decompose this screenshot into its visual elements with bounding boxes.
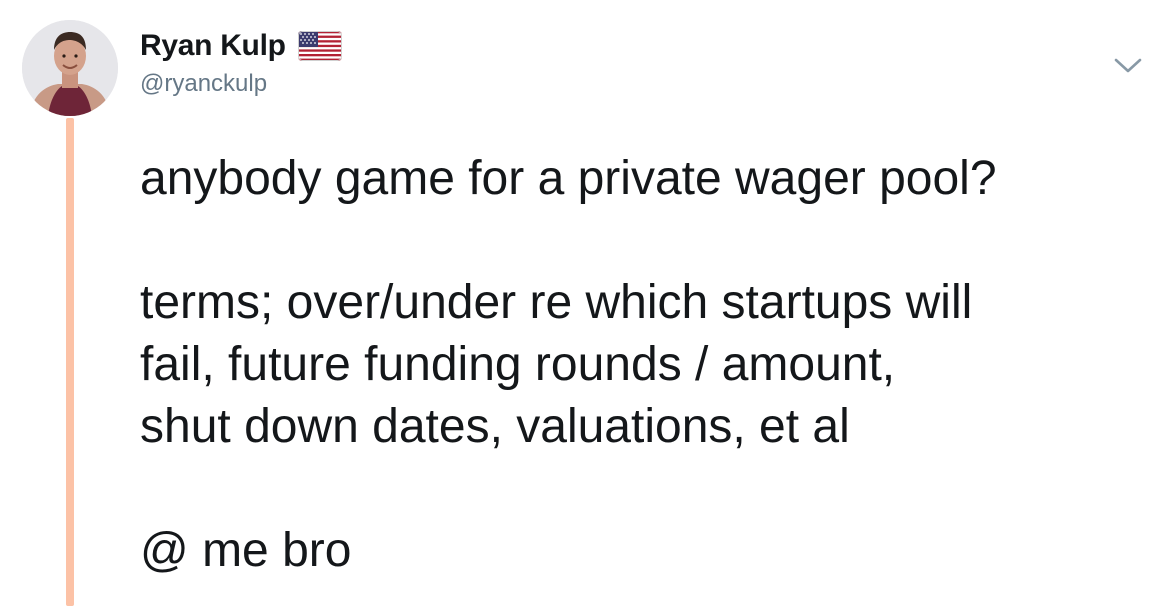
tweet-text: anybody game for a private wager pool? t…: [140, 148, 1140, 582]
chevron-down-icon[interactable]: [1112, 54, 1144, 76]
tweet-text-line: fail, future funding rounds / amount,: [140, 338, 896, 391]
author-name-row: Ryan Kulp: [140, 26, 342, 66]
tweet-text-line: shut down dates, valuations, et al: [140, 400, 850, 453]
thread-connector-line: [66, 118, 74, 606]
tweet-text-line: anybody game for a private wager pool?: [140, 152, 997, 205]
tweet-text-line: @ me bro: [140, 524, 352, 577]
avatar[interactable]: [22, 20, 118, 116]
tweet-text-line: terms; over/under re which startups will: [140, 276, 973, 329]
author-handle[interactable]: @ryanckulp: [140, 70, 342, 98]
author-block[interactable]: Ryan Kulp @ryanckulp: [140, 26, 342, 106]
tweet: Ryan Kulp @ryanckulp anybody game for a …: [0, 0, 1166, 606]
display-name[interactable]: Ryan Kulp: [140, 29, 286, 63]
avatar-photo-icon: [22, 20, 118, 116]
us-flag-icon: [297, 31, 342, 61]
